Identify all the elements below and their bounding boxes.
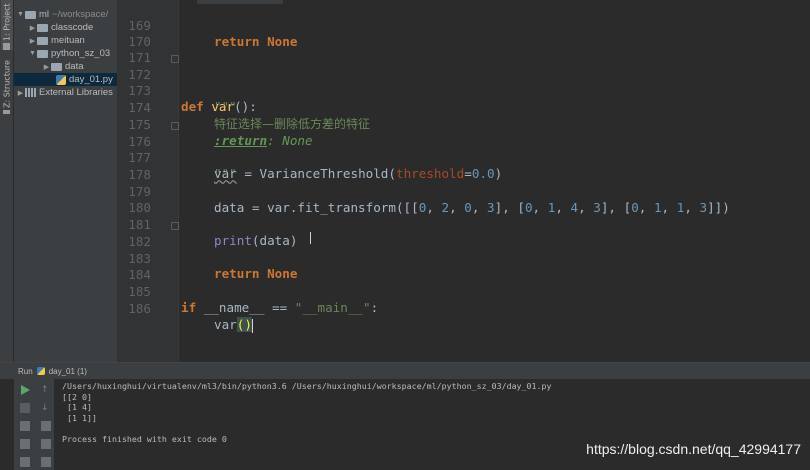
tree-item-meituan[interactable]: ▶ meituan	[28, 34, 85, 47]
tree-item-day-01-py[interactable]: day_01.py	[14, 73, 117, 86]
code-line: 180	[117, 184, 810, 215]
structure-tab-label: Z: Structure	[2, 60, 12, 108]
tree-item-label: data	[65, 61, 84, 72]
code-line: 169 return None	[117, 2, 810, 49]
code-text: __name__	[203, 300, 265, 315]
soft-wrap-icon[interactable]	[41, 421, 51, 431]
code-line: 179 data = var.fit_transform([[0, 2, 0, …	[117, 168, 810, 215]
code-line: 173 """	[117, 67, 810, 114]
library-icon	[25, 88, 36, 97]
code-line: 181 print(data)	[117, 201, 810, 248]
string-literal: "__main__"	[294, 300, 371, 315]
watermark-url: https://blog.csdn.net/qq_42994177	[586, 441, 801, 457]
code-line: 171	[117, 34, 810, 65]
collapse-arrow-icon[interactable]: ▶	[16, 89, 25, 97]
arrow-up-icon[interactable]: ↑	[41, 385, 51, 395]
rerun-play-icon[interactable]	[21, 385, 30, 395]
arrow-down-icon[interactable]: ↓	[41, 403, 51, 413]
keyword: if	[181, 300, 204, 315]
fold-marker-icon[interactable]	[171, 222, 179, 230]
project-tool-tab[interactable]: 1: Project	[1, 0, 13, 50]
code-line: 186 var()	[117, 285, 810, 333]
tree-item-label: meituan	[51, 35, 85, 46]
run-toolbar: ↑ ↓	[14, 379, 54, 470]
line-number: 186	[128, 301, 151, 316]
settings-icon[interactable]	[20, 439, 30, 449]
python-file-icon	[36, 367, 45, 375]
code-line: 176 """	[117, 118, 810, 181]
folder-icon	[37, 49, 48, 58]
expand-arrow-icon[interactable]: ▼	[28, 50, 37, 57]
tree-item-python-sz-03[interactable]: ▼ python_sz_03	[28, 47, 110, 60]
tree-item-label: day_01.py	[69, 74, 113, 85]
code-line: 185 if __name__ == "__main__":	[117, 268, 810, 315]
expand-arrow-icon[interactable]: ▼	[16, 11, 25, 18]
pause-icon[interactable]	[20, 421, 30, 431]
code-line: 174 特征选择—删除低方差的特征	[117, 84, 810, 131]
scroll-to-end-icon[interactable]	[41, 439, 51, 449]
run-tool-window: Run day_01 (1) ↑ ↓ /Users/huxinghui/virt…	[0, 362, 810, 470]
fold-marker-icon[interactable]	[171, 55, 179, 63]
structure-tool-tab[interactable]: Z: Structure	[1, 60, 13, 114]
tree-item-label: classcode	[51, 22, 94, 33]
project-icon	[3, 43, 11, 50]
tree-item-external-libraries[interactable]: ▶ External Libraries	[16, 86, 113, 99]
print-icon[interactable]	[41, 457, 51, 467]
code-line: 172 def var():	[117, 51, 810, 114]
code-line: 178	[117, 151, 810, 182]
folder-icon	[51, 62, 62, 71]
code-line: 183	[117, 235, 810, 266]
tree-item-label: ml	[39, 9, 50, 20]
code-editor[interactable]: 169 return None 170 171 172 def var(): 1…	[117, 0, 810, 362]
code-line: 170	[117, 18, 810, 49]
tree-item-classcode[interactable]: ▶ classcode	[28, 21, 93, 34]
pin-icon[interactable]	[20, 457, 30, 467]
structure-icon	[3, 109, 11, 114]
collapse-arrow-icon[interactable]: ▶	[28, 37, 37, 45]
stop-icon[interactable]	[20, 403, 30, 413]
code-text: ==	[264, 300, 295, 315]
fold-marker-icon[interactable]	[171, 122, 179, 130]
code-line: 177 var = VarianceThreshold(threshold=0.…	[117, 134, 810, 181]
tree-item-ml[interactable]: ▼ ml ~/workspace/	[16, 8, 108, 21]
folder-icon	[37, 36, 48, 45]
collapse-arrow-icon[interactable]: ▶	[42, 63, 51, 71]
code-line: 184	[117, 251, 810, 282]
run-label: Run	[18, 366, 33, 376]
run-config-tab[interactable]: day_01 (1)	[49, 367, 87, 376]
folder-icon	[37, 23, 48, 32]
code-text: var()	[214, 317, 253, 333]
tree-item-data[interactable]: ▶ data	[42, 60, 84, 73]
tree-item-label: External Libraries	[39, 87, 113, 98]
python-file-icon	[56, 74, 66, 85]
project-tree-panel: ▼ ml ~/workspace/ ▶ classcode ▶ meituan …	[14, 0, 117, 362]
mouse-i-beam-cursor	[310, 232, 316, 244]
tool-window-strip: 1: Project Z: Structure	[0, 0, 14, 362]
tree-item-label: python_sz_03	[51, 48, 111, 59]
tree-item-path: ~/workspace/	[52, 9, 109, 20]
code-line: 182 return None	[117, 218, 810, 281]
run-header: Run day_01 (1)	[0, 363, 810, 379]
project-tab-label: 1: Project	[2, 3, 12, 41]
folder-icon	[25, 10, 36, 19]
code-line: 175 :return: None	[117, 101, 810, 148]
code-text: :	[370, 300, 379, 315]
collapse-arrow-icon[interactable]: ▶	[28, 24, 37, 32]
